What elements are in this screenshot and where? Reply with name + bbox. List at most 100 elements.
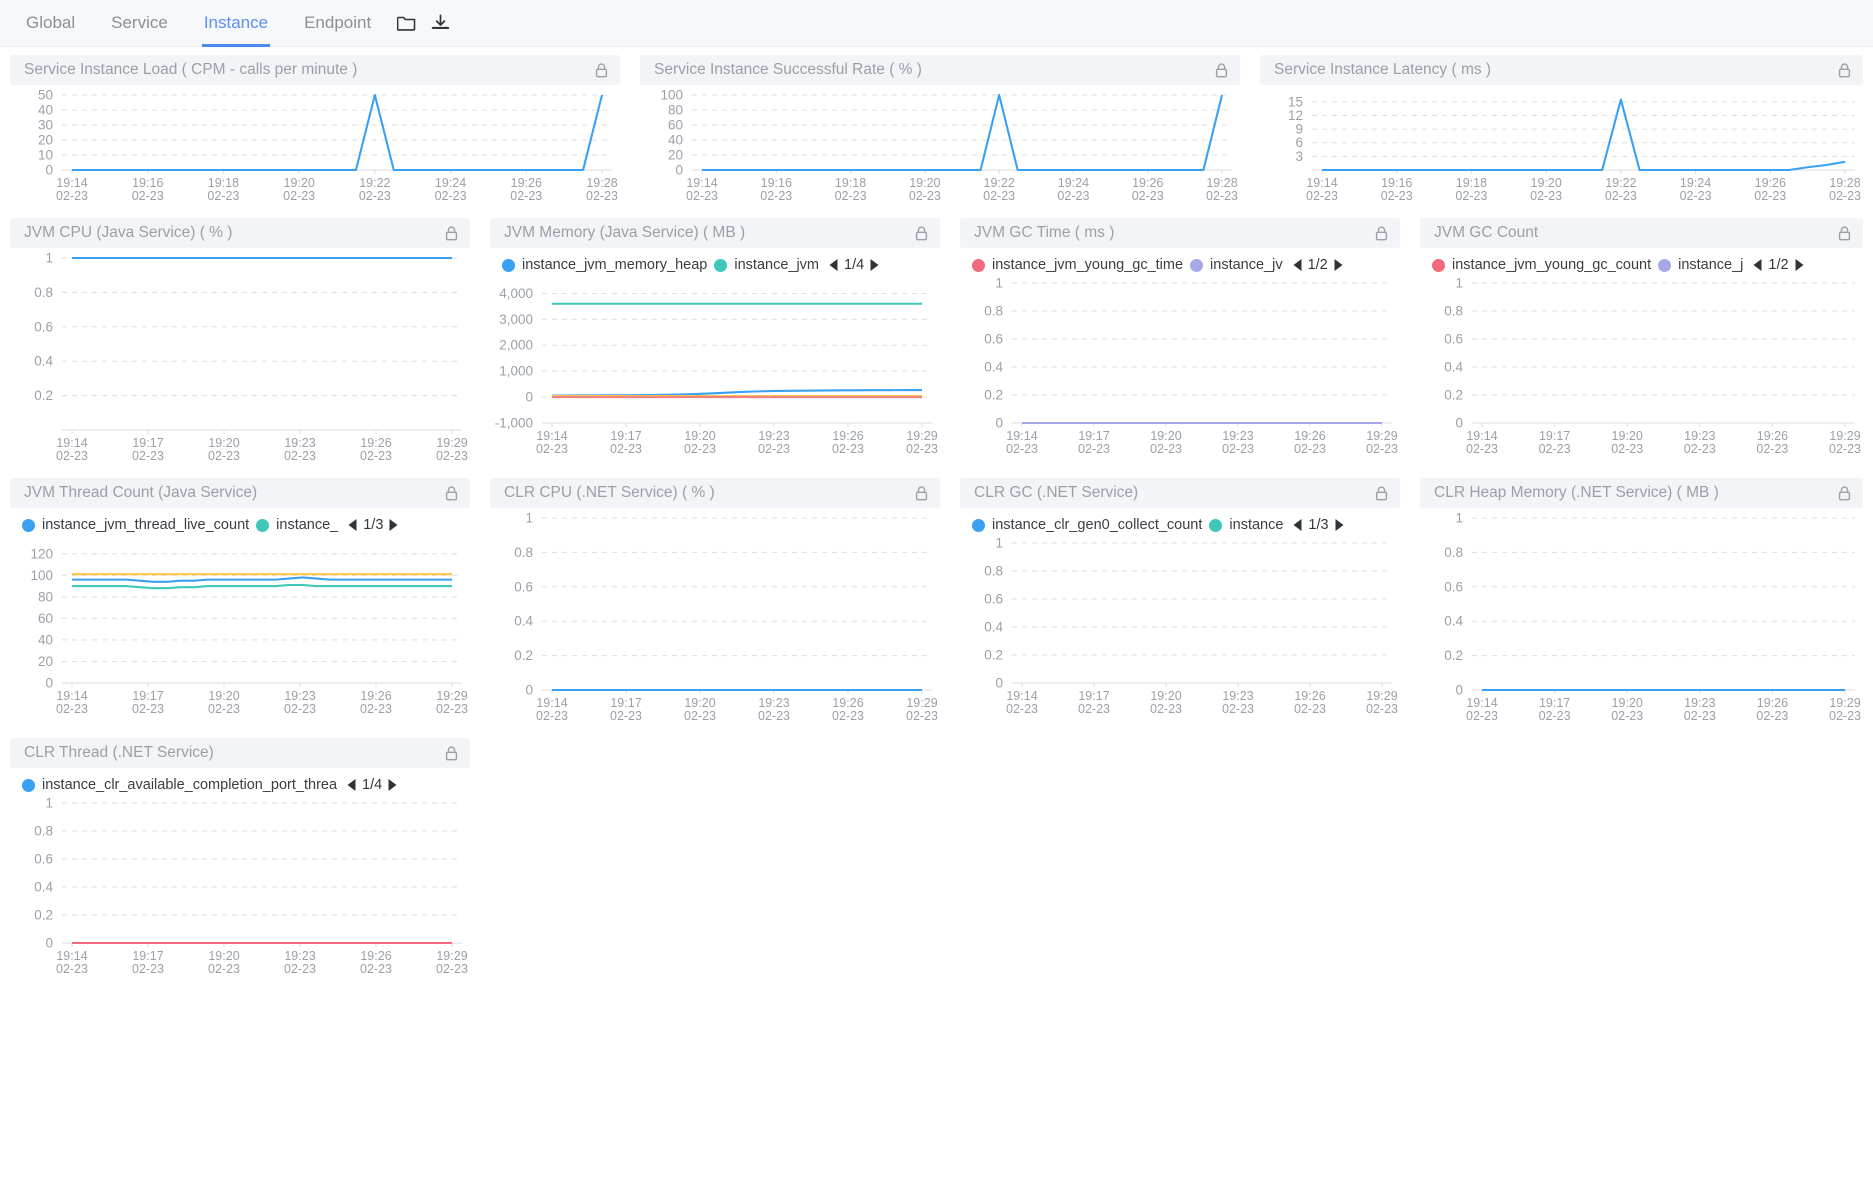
legend-next-icon[interactable]: [387, 778, 398, 792]
chart-jvm-gc-time[interactable]: 0 0.2 0.4 0.6 0.8 1 19:14 02-23 19:17 02-23 19:20 0…: [950, 273, 1410, 463]
x-axis-tick-label: 19:18: [208, 176, 239, 190]
nav-tab-endpoint[interactable]: Endpoint: [286, 0, 389, 47]
legend-series-0[interactable]: instance_jvm_young_gc_count: [1432, 257, 1651, 273]
chart-service-instance-load[interactable]: 0 10 20 30 40 50 19:14 02-23 19:16 02-23 19:18 02-2…: [0, 85, 630, 210]
y-axis-tick-label: 3: [1295, 149, 1303, 164]
x-axis-tick-label: 19:24: [435, 176, 466, 190]
lock-icon[interactable]: [1375, 485, 1388, 501]
legend-next-icon[interactable]: [1794, 258, 1805, 272]
y-axis-tick-label: 0: [1455, 683, 1463, 698]
y-axis-tick-label: 0: [525, 683, 533, 698]
nav-tab-instance[interactable]: Instance: [186, 0, 286, 47]
x-axis-tick-label: 19:14: [536, 696, 567, 710]
legend-prev-icon[interactable]: [1752, 258, 1763, 272]
legend-series-0[interactable]: instance_jvm_memory_heap: [502, 257, 707, 273]
panel-jvm-thread-count: JVM Thread Count (Java Service) instance…: [0, 470, 480, 730]
legend-color-dot: [22, 518, 35, 532]
x-axis-tick-sublabel: 02-23: [1206, 189, 1238, 203]
panel-clr-thread: CLR Thread (.NET Service) instance_clr_a…: [0, 730, 480, 983]
x-axis-tick-label: 19:14: [1006, 429, 1037, 443]
chart-clr-cpu[interactable]: 0 0.2 0.4 0.6 0.8 1 19:14 02-23 19:17 02-23 19:20 0…: [480, 508, 950, 730]
y-axis-tick-label: 50: [38, 88, 53, 103]
legend-next-icon[interactable]: [1334, 518, 1345, 532]
download-icon[interactable]: [423, 0, 457, 47]
x-axis-tick-label: 19:29: [1829, 696, 1860, 710]
x-axis-tick-sublabel: 02-23: [686, 189, 718, 203]
legend-series-1[interactable]: instance_j: [1658, 257, 1743, 273]
chart-jvm-memory[interactable]: -1,000 0 1,000 2,000 3,000 4,000 19:14 02-23 19:…: [480, 273, 950, 463]
legend-prev-icon[interactable]: [347, 518, 358, 532]
chart-clr-gc[interactable]: 0 0.2 0.4 0.6 0.8 1 19:14 02-23 19:17 02-23 19:20 0…: [950, 533, 1410, 723]
lock-icon[interactable]: [445, 745, 458, 761]
legend-color-dot: [256, 518, 270, 532]
legend-next-icon[interactable]: [388, 518, 399, 532]
legend-prev-icon[interactable]: [828, 258, 839, 272]
legend-next-icon[interactable]: [1333, 258, 1344, 272]
legend-series-0[interactable]: instance_clr_available_completion_port_t…: [22, 777, 337, 793]
y-axis-tick-label: 0.8: [1444, 304, 1463, 319]
chart-svg: 00.20.40.60.8119:1402-2319:1702-2319:200…: [984, 276, 1398, 457]
dashboard-row-1: Service Instance Load ( CPM - calls per …: [0, 47, 1873, 210]
chart-svg: 00.20.40.60.8119:1402-2319:1702-2319:200…: [514, 511, 938, 724]
lock-icon[interactable]: [1838, 485, 1851, 501]
lock-icon[interactable]: [1375, 225, 1388, 241]
legend-series-1[interactable]: instance: [1209, 517, 1283, 533]
x-axis-tick-label: 19:14: [56, 949, 87, 963]
x-axis-tick-sublabel: 02-23: [1006, 702, 1038, 716]
x-axis-tick-sublabel: 02-23: [758, 709, 790, 723]
series-line-0: [702, 93, 1224, 172]
chart-jvm-thread-count[interactable]: 0 20 40 60 80 100 120 19:14 02-23 19:17 02-23 19:20…: [0, 533, 480, 723]
x-axis-tick-sublabel: 02-23: [1829, 189, 1861, 203]
chart-clr-thread[interactable]: 0 0.2 0.4 0.6 0.8 1 19:14 02-23 19:17 02-23 19:20 0…: [0, 793, 480, 983]
x-axis-tick-label: 19:14: [1006, 689, 1037, 703]
x-axis-tick-label: 19:14: [686, 176, 717, 190]
x-axis-tick-label: 19:28: [586, 176, 617, 190]
chart-service-instance-latency[interactable]: 3 6 9 12 15 19:14 02-23 19:16 02-23 19:18 02-23 19:…: [1250, 85, 1873, 210]
lock-icon[interactable]: [445, 225, 458, 241]
lock-icon[interactable]: [915, 225, 928, 241]
lock-icon[interactable]: [1838, 225, 1851, 241]
x-axis-tick-label: 19:20: [684, 429, 715, 443]
x-axis-tick-sublabel: 02-23: [1294, 442, 1326, 456]
legend-series-0[interactable]: instance_jvm_young_gc_time: [972, 257, 1183, 273]
lock-icon[interactable]: [445, 485, 458, 501]
x-axis-tick-label: 19:20: [1612, 696, 1643, 710]
legend-label: instance_jv: [1210, 257, 1283, 273]
nav-tab-service[interactable]: Service: [93, 0, 186, 47]
x-axis-tick-sublabel: 02-23: [758, 442, 790, 456]
legend-label: instance_: [276, 517, 339, 533]
chart-service-instance-successful-rate[interactable]: 0 20 40 60 80 100 19:14 02-23 19:16 02-23 19:18 02-…: [630, 85, 1250, 210]
legend-series-1[interactable]: instance_jvm: [714, 257, 819, 273]
nav-tab-global[interactable]: Global: [8, 0, 93, 47]
x-axis-tick-label: 19:26: [360, 436, 391, 450]
lock-icon[interactable]: [595, 62, 608, 78]
x-axis-tick-label: 19:23: [284, 949, 315, 963]
chart-legend: instance_jvm_thread_live_count instance_ 1…: [0, 508, 480, 533]
x-axis-tick-sublabel: 02-23: [132, 189, 164, 203]
y-axis-tick-label: 0.6: [1444, 332, 1463, 347]
chart-jvm-cpu[interactable]: 0.2 0.4 0.6 0.8 1 19:14 02-23 19:17 02-23 19:20 02…: [0, 248, 480, 470]
legend-series-0[interactable]: instance_jvm_thread_live_count: [22, 517, 249, 533]
lock-icon[interactable]: [1215, 62, 1228, 78]
x-axis-tick-sublabel: 02-23: [1006, 442, 1038, 456]
x-axis-tick-label: 19:16: [1381, 176, 1412, 190]
chart-jvm-gc-count[interactable]: 0 0.2 0.4 0.6 0.8 1 19:14 02-23 19:17 02-23 19:20 0…: [1410, 273, 1873, 463]
legend-series-1[interactable]: instance_jv: [1190, 257, 1283, 273]
y-axis-tick-label: 0.4: [34, 354, 53, 369]
legend-series-1[interactable]: instance_: [256, 517, 338, 533]
legend-color-dot: [1432, 258, 1445, 272]
y-axis-tick-label: 0.2: [514, 648, 533, 663]
chart-clr-heap-memory[interactable]: 0 0.2 0.4 0.6 0.8 1 19:14 02-23 19:17 02-23 19:20 0…: [1410, 508, 1873, 730]
legend-prev-icon[interactable]: [1292, 518, 1303, 532]
legend-series-0[interactable]: instance_clr_gen0_collect_count: [972, 517, 1202, 533]
legend-prev-icon[interactable]: [1292, 258, 1303, 272]
legend-next-icon[interactable]: [869, 258, 880, 272]
legend-prev-icon[interactable]: [346, 778, 357, 792]
lock-icon[interactable]: [915, 485, 928, 501]
x-axis-tick-sublabel: 02-23: [1366, 702, 1398, 716]
lock-icon[interactable]: [1838, 62, 1851, 78]
folder-icon[interactable]: [389, 0, 423, 47]
legend-color-dot: [1658, 258, 1672, 272]
x-axis-tick-label: 19:14: [536, 429, 567, 443]
series-line-1: [552, 388, 923, 397]
